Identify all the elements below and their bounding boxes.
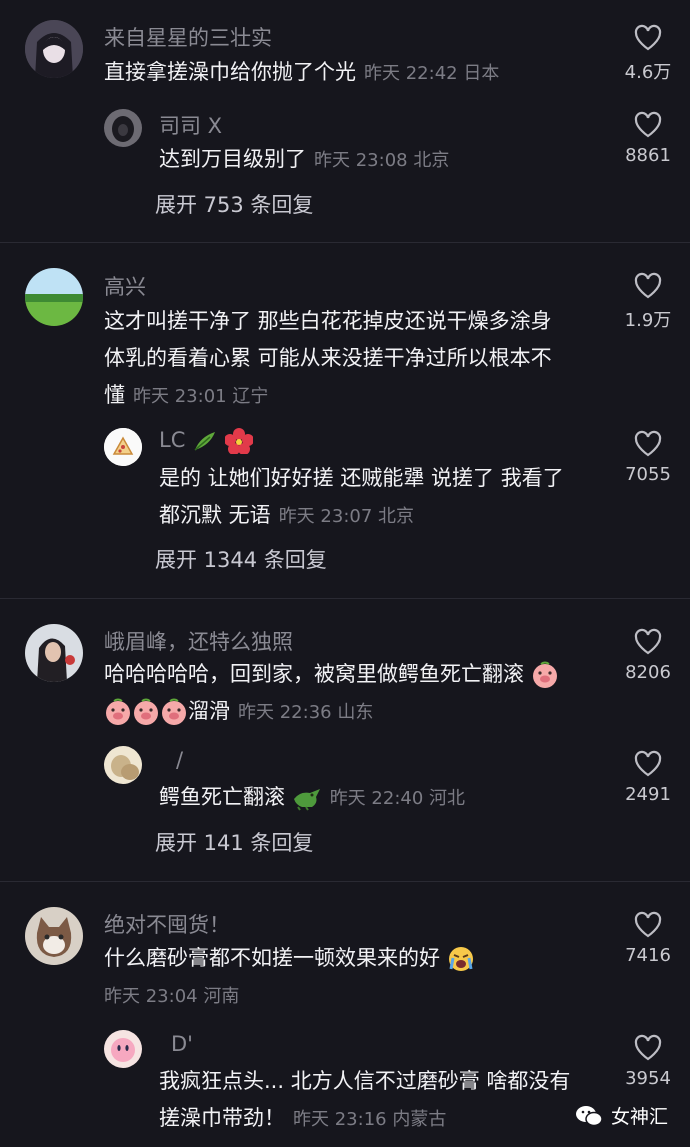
expand-replies-button[interactable]: 展开 1344 条回复 [155, 544, 327, 574]
like-button[interactable]: 2491 [608, 750, 688, 805]
heart-outline-icon [634, 24, 662, 51]
like-count: 2491 [625, 784, 671, 805]
dark-portrait-avatar-icon [104, 109, 142, 147]
comment-body-line: 懂 [104, 383, 125, 407]
pig-face-emoji-icon [532, 661, 557, 688]
heart-outline-icon [634, 1034, 662, 1061]
comment-text: 什么磨砂膏都不如搓一顿效果来的好 昨天 23:04 河南 [104, 940, 475, 1015]
watermark: 女神汇 [575, 1102, 668, 1129]
like-button[interactable]: 3954 [608, 1034, 688, 1089]
comment-text: 这才叫搓干净了 那些白花花掉皮还说干燥多涂身 体乳的看着心累 可能从来没搓干净过… [104, 303, 552, 415]
pig-face-emoji-icon [134, 698, 158, 725]
avatar[interactable] [25, 20, 83, 78]
heart-outline-icon [634, 628, 662, 655]
comment-body: 直接拿搓澡巾给你抛了个光 [104, 60, 356, 84]
like-count: 4.6万 [624, 62, 672, 83]
reply-body-line: 搓澡巾带劲！ [159, 1106, 285, 1130]
reply-meta: 昨天 23:16 内蒙古 [293, 1109, 447, 1130]
comment-meta: 昨天 22:36 山东 [238, 702, 374, 723]
divider [0, 881, 690, 882]
landscape-avatar-icon [25, 268, 83, 326]
crocodile-emoji-icon [293, 789, 320, 811]
comment-body: 什么磨砂膏都不如搓一顿效果来的好 [104, 946, 440, 970]
like-count: 8206 [625, 662, 671, 683]
reply-text: 是的 让她们好好搓 还贼能犟 说搓了 我看了 都沉默 无语 昨天 23:07 北京 [159, 460, 564, 535]
like-count: 7416 [625, 945, 671, 966]
heart-outline-icon [634, 272, 662, 299]
herb-emoji-icon [194, 432, 216, 451]
avatar[interactable] [104, 1030, 142, 1068]
crying-face-emoji-icon [448, 947, 473, 971]
like-count: 1.9万 [624, 310, 672, 331]
pig-face-emoji-icon [162, 698, 186, 725]
heart-outline-icon [634, 750, 662, 777]
comment-meta: 昨天 23:04 河南 [104, 986, 240, 1007]
reply-text: 我疯狂点头... 北方人信不过磨砂膏 啥都没有 搓澡巾带劲！ 昨天 23:16 内… [159, 1063, 570, 1138]
reply-body-line: 是的 让她们好好搓 还贼能犟 说搓了 我看了 [159, 466, 564, 490]
comment-username[interactable]: 峨眉峰，还特么独照 [104, 626, 293, 656]
comment-text: 直接拿搓澡巾给你抛了个光 昨天 22:42 日本 [104, 54, 499, 92]
comment-text: 哈哈哈哈哈，回到家，被窝里做鳄鱼死亡翻滚 溜滑 昨天 22:36 山东 [104, 656, 559, 731]
comment-meta: 昨天 22:42 日本 [364, 63, 500, 84]
watermark-text: 女神汇 [610, 1106, 668, 1128]
avatar[interactable] [25, 624, 83, 682]
pig-face-emoji-icon [106, 698, 130, 725]
avatar[interactable] [25, 907, 83, 965]
like-count: 8861 [625, 145, 671, 166]
comment-body-line: 这才叫搓干净了 那些白花花掉皮还说干燥多涂身 [104, 309, 552, 333]
like-button[interactable]: 7055 [608, 430, 688, 485]
like-button[interactable]: 4.6万 [608, 24, 688, 84]
avatar[interactable] [104, 428, 142, 466]
expand-replies-button[interactable]: 展开 141 条回复 [155, 827, 313, 857]
reply-username-text: LC [159, 428, 186, 452]
reply-body: 鳄鱼死亡翻滚 [159, 785, 285, 809]
like-button[interactable]: 1.9万 [608, 272, 688, 332]
divider [0, 242, 690, 243]
wechat-icon [575, 1105, 603, 1126]
pink-character-avatar-icon [104, 1030, 142, 1068]
heart-outline-icon [634, 430, 662, 457]
divider [0, 598, 690, 599]
heart-outline-icon [634, 111, 662, 138]
reply-body-line: 都沉默 无语 [159, 503, 271, 527]
anime-avatar-icon [25, 20, 83, 78]
reply-username[interactable]: / [176, 748, 183, 772]
like-button[interactable]: 8206 [608, 628, 688, 683]
reply-meta: 昨天 23:07 北京 [278, 506, 415, 527]
avatar[interactable] [104, 109, 142, 147]
comment-username[interactable]: 绝对不囤货！ [104, 909, 230, 939]
portrait-avatar-icon [25, 624, 83, 682]
comment-body-line: 哈哈哈哈哈，回到家，被窝里做鳄鱼死亡翻滚 [104, 662, 524, 686]
like-button[interactable]: 8861 [608, 111, 688, 166]
reply-username[interactable]: D' [171, 1032, 193, 1056]
reply-username[interactable]: 司司 X [159, 110, 222, 140]
reply-username[interactable]: LC [159, 428, 253, 454]
reply-body: 达到万目级别了 [159, 147, 306, 171]
reply-body-line: 我疯狂点头... 北方人信不过磨砂膏 啥都没有 [159, 1069, 571, 1093]
heart-outline-icon [634, 911, 662, 938]
avatar[interactable] [104, 746, 142, 784]
reply-text: 鳄鱼死亡翻滚 昨天 22:40 河北 [159, 779, 465, 817]
reply-meta: 昨天 23:08 北京 [314, 150, 450, 171]
comment-body-line: 溜滑 [188, 699, 230, 723]
comment-body-line: 体乳的看着心累 可能从来没搓干净过所以根本不 [104, 346, 552, 370]
hibiscus-emoji-icon [224, 428, 253, 454]
reply-text: 达到万目级别了 昨天 23:08 北京 [159, 141, 449, 179]
avatar[interactable] [25, 268, 83, 326]
like-button[interactable]: 7416 [608, 911, 688, 966]
like-count: 3954 [625, 1068, 671, 1089]
comment-username[interactable]: 高兴 [104, 271, 146, 301]
comment-meta: 昨天 23:01 辽宁 [133, 386, 269, 407]
statue-avatar-icon [104, 746, 142, 784]
cat-avatar-icon [25, 907, 83, 965]
like-count: 7055 [625, 464, 671, 485]
reply-meta: 昨天 22:40 河北 [329, 788, 466, 809]
expand-replies-button[interactable]: 展开 753 条回复 [155, 189, 313, 219]
pizza-slice-avatar-icon [104, 428, 142, 466]
comment-username[interactable]: 来自星星的三壮实 [104, 22, 272, 52]
